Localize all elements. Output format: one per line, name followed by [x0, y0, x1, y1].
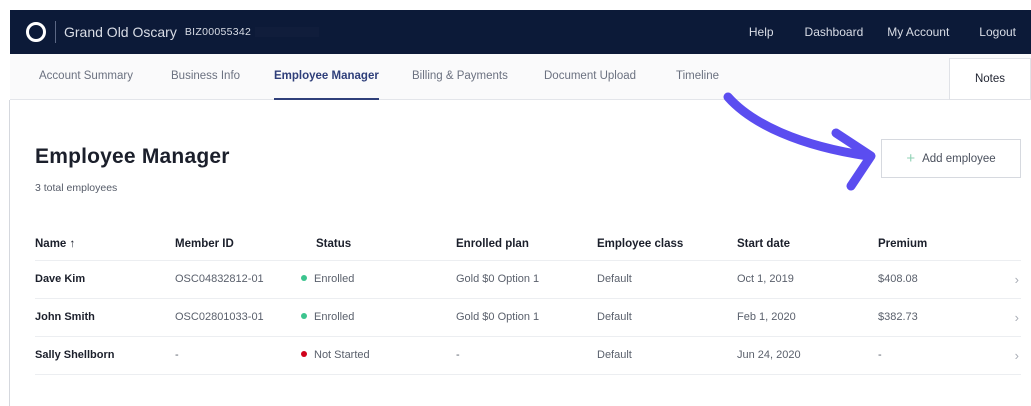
chevron-right-icon[interactable]: ›	[1015, 348, 1019, 363]
help-link[interactable]: Help	[749, 25, 774, 39]
chevron-right-icon[interactable]: ›	[1015, 310, 1019, 325]
employee-count: 3 total employees	[35, 182, 118, 194]
top-nav-bar: Grand Old Oscary BIZ00055342 Help Dashbo…	[10, 10, 1031, 54]
business-id: BIZ00055342	[184, 26, 252, 38]
member-id: OSC02801033-01	[175, 311, 264, 323]
logo-divider	[55, 21, 56, 43]
dashboard-link[interactable]: Dashboard	[805, 25, 864, 39]
page-title: Employee Manager	[35, 145, 230, 168]
notes-button[interactable]: Notes	[949, 58, 1031, 100]
content-left-border	[9, 100, 10, 406]
start-date: Oct 1, 2019	[737, 273, 794, 285]
enrolled-plan: Gold $0 Option 1	[456, 273, 540, 285]
column-header-employee-class: Employee class	[597, 238, 684, 250]
plus-icon: +	[906, 150, 916, 167]
status-dot-icon	[301, 351, 307, 357]
tab-business-info[interactable]: Business Info	[171, 54, 240, 100]
add-employee-button[interactable]: + Add employee	[881, 139, 1021, 178]
tab-document-upload[interactable]: Document Upload	[544, 54, 636, 100]
employee-name: Dave Kim	[35, 273, 86, 285]
member-id: OSC04832812-01	[175, 273, 264, 285]
add-employee-label: Add employee	[922, 152, 996, 165]
brand-name: Grand Old Oscary	[64, 24, 177, 40]
premium: -	[878, 349, 882, 361]
status-text: Enrolled	[314, 311, 355, 323]
column-header-premium: Premium	[878, 238, 928, 250]
my-account-link[interactable]: My Account	[887, 25, 949, 39]
employee-name: John Smith	[35, 311, 95, 323]
redacted-block	[255, 27, 320, 37]
employee-class: Default	[597, 311, 632, 323]
status-text: Not Started	[314, 349, 370, 361]
column-header-name[interactable]: Name ↑	[35, 238, 75, 250]
column-header-member-id: Member ID	[175, 238, 234, 250]
enrolled-plan: -	[456, 349, 460, 361]
status-text: Enrolled	[314, 273, 355, 285]
member-id: -	[175, 349, 179, 361]
column-header-enrolled-plan: Enrolled plan	[456, 238, 529, 250]
tab-timeline[interactable]: Timeline	[676, 54, 719, 100]
premium: $382.73	[878, 311, 918, 323]
table-header-row: Name ↑ Member ID Status Enrolled plan Em…	[35, 229, 1021, 261]
tab-billing-payments[interactable]: Billing & Payments	[412, 54, 508, 100]
start-date: Jun 24, 2020	[737, 349, 801, 361]
table-row[interactable]: Sally Shellborn - Not Started - Default …	[35, 337, 1021, 375]
table-row[interactable]: Dave Kim OSC04832812-01 Enrolled Gold $0…	[35, 261, 1021, 299]
premium: $408.08	[878, 273, 918, 285]
tab-account-summary[interactable]: Account Summary	[39, 54, 133, 100]
status-cell: Not Started	[301, 349, 370, 361]
employee-class: Default	[597, 349, 632, 361]
column-header-start-date: Start date	[737, 238, 791, 250]
table-row[interactable]: John Smith OSC02801033-01 Enrolled Gold …	[35, 299, 1021, 337]
tab-bar: Account Summary Business Info Employee M…	[10, 54, 1031, 100]
status-dot-icon	[301, 313, 307, 319]
employee-class: Default	[597, 273, 632, 285]
employee-name: Sally Shellborn	[35, 349, 115, 361]
column-header-status: Status	[316, 238, 352, 250]
logout-link[interactable]: Logout	[979, 25, 1016, 39]
brand-logo-icon[interactable]	[26, 22, 46, 42]
arrow-head	[831, 128, 876, 191]
start-date: Feb 1, 2020	[737, 311, 796, 323]
tab-employee-manager[interactable]: Employee Manager	[274, 54, 379, 100]
status-cell: Enrolled	[301, 273, 354, 285]
top-nav-links: Help Dashboard My Account Logout	[749, 25, 1031, 39]
status-dot-icon	[301, 275, 307, 281]
enrolled-plan: Gold $0 Option 1	[456, 311, 540, 323]
chevron-right-icon[interactable]: ›	[1015, 272, 1019, 287]
arrow-shaft	[723, 92, 873, 161]
status-cell: Enrolled	[301, 311, 354, 323]
